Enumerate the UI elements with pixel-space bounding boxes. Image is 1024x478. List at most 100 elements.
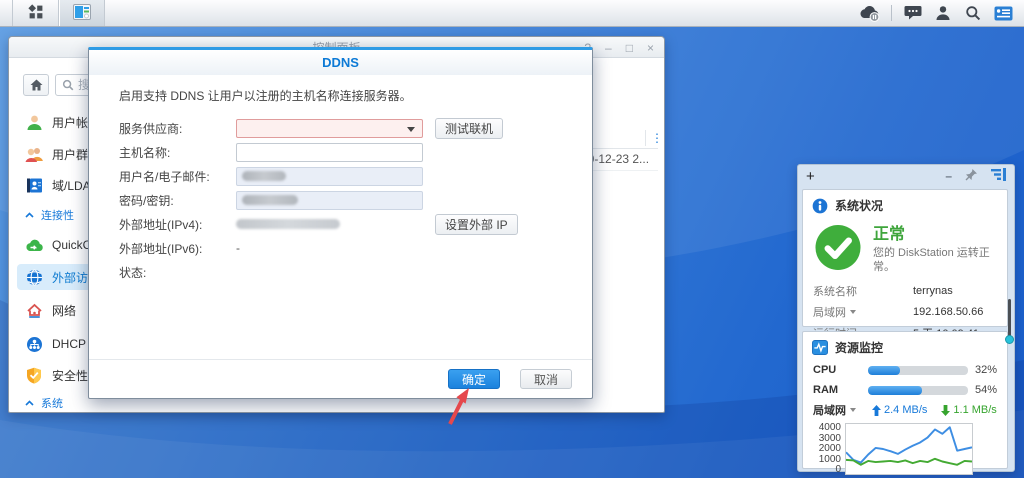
home-icon [30, 79, 43, 91]
health-row-system-name: 系统名称 terrynas [803, 281, 1007, 302]
row-value: terrynas [913, 285, 953, 297]
chevron-down-icon [850, 408, 856, 412]
show-desktop-button[interactable] [0, 0, 13, 26]
ok-button[interactable]: 确定 [448, 369, 500, 389]
hostname-input[interactable] [236, 143, 423, 162]
cpu-percent: 32% [975, 364, 997, 376]
widget-panel-header: + – [798, 165, 1014, 187]
dialog-title: DDNS [322, 55, 359, 70]
status-description: 您的 DiskStation 运转正常。 [873, 247, 998, 275]
tray-divider [891, 5, 892, 21]
lan-row: 局域网 2.4 MB/s 1.1 MB/s [803, 400, 1007, 420]
dialog-footer: 确定 取消 [448, 369, 572, 389]
taskbar [0, 0, 1024, 27]
username-input[interactable] [236, 167, 423, 186]
shield-icon [25, 366, 43, 384]
chevron-down-icon[interactable] [850, 310, 856, 314]
pin-icon[interactable] [965, 168, 978, 184]
dialog-header[interactable]: DDNS [89, 50, 592, 75]
main-menu-button[interactable] [13, 0, 59, 26]
provider-row: 服务供应商: 测试联机 [119, 118, 592, 138]
redacted-username [242, 171, 286, 181]
minimize-panel-button[interactable]: – [945, 169, 952, 183]
ram-percent: 54% [975, 384, 997, 396]
cancel-button[interactable]: 取消 [520, 369, 572, 389]
ram-bar-fill [868, 386, 922, 395]
globe-icon [25, 268, 43, 286]
sidebar-item-label: 安全性 [52, 367, 88, 384]
search-icon [62, 79, 74, 91]
user-account-icon [25, 113, 43, 131]
ipv6-label: 外部地址(IPv6): [119, 240, 236, 257]
upload-value: 2.4 MB/s [884, 404, 927, 416]
upload-arrow-icon [872, 405, 881, 416]
resource-monitor-icon [812, 340, 828, 355]
row-label: 系统名称 [813, 283, 857, 299]
system-health-widget: 系统状况 正常 您的 DiskStation 运转正常。 系统名称 terryn… [802, 189, 1008, 327]
search-icon[interactable] [960, 2, 986, 24]
cloud-sync-paused-icon[interactable] [857, 2, 883, 24]
ipv6-row: 外部地址(IPv6): - [119, 238, 592, 258]
download-value: 1.1 MB/s [953, 404, 996, 416]
row-value: 192.168.50.66 [913, 306, 983, 318]
chart-yticks: 40003000200010000 [813, 423, 845, 475]
network-chart-block: 40003000200010000 [803, 420, 1007, 475]
widget-panel-scrollbar[interactable] [1006, 299, 1013, 351]
cpu-bar-fill [868, 366, 900, 375]
panel-layout-icon[interactable] [991, 168, 1006, 184]
system-health-title-row[interactable]: 系统状况 [803, 190, 1007, 218]
widgets-icon[interactable] [990, 2, 1016, 24]
status-text-block: 正常 您的 DiskStation 运转正常。 [873, 220, 998, 275]
system-health-title: 系统状况 [835, 197, 883, 214]
column-menu-icon[interactable]: ⋮ [651, 131, 663, 145]
health-row-lan: 局域网 192.168.50.66 [803, 302, 1007, 323]
set-external-ip-button[interactable]: 设置外部 IP [435, 214, 518, 235]
password-input[interactable] [236, 191, 423, 210]
lan-label[interactable]: 局域网 [813, 402, 868, 418]
home-button[interactable] [23, 74, 49, 96]
notifications-icon[interactable] [900, 2, 926, 24]
hostname-row: 主机名称: [119, 142, 592, 162]
ipv4-value [236, 219, 423, 229]
hostname-label: 主机名称: [119, 144, 236, 161]
provider-select[interactable] [236, 119, 423, 138]
upload-speed: 2.4 MB/s [872, 404, 927, 416]
taskbar-tray [857, 0, 1024, 26]
provider-label: 服务供应商: [119, 120, 236, 137]
health-status: 正常 您的 DiskStation 运转正常。 [803, 218, 1007, 281]
sidebar-section-connectivity[interactable]: 连接性 [25, 207, 74, 223]
dhcp-server-icon [25, 335, 43, 353]
domain-ldap-icon [25, 176, 43, 194]
control-panel-task-button[interactable] [59, 0, 105, 26]
user-options-icon[interactable] [930, 2, 956, 24]
minimize-button[interactable]: – [605, 41, 612, 55]
ddns-dialog: DDNS 启用支持 DDNS 让用户以注册的主机名称连接服务器。 服务供应商: … [88, 47, 593, 399]
test-connection-button[interactable]: 测试联机 [435, 118, 503, 139]
column-separator [645, 130, 646, 146]
password-row: 密码/密钥: [119, 190, 592, 210]
ipv6-value: - [236, 241, 240, 255]
sidebar-section-label: 连接性 [41, 207, 74, 223]
redacted-ipv4 [236, 219, 340, 229]
username-label: 用户名/电子邮件: [119, 168, 236, 185]
info-icon [812, 198, 828, 214]
quickconnect-icon [25, 236, 43, 254]
ipv4-row: 外部地址(IPv4): 设置外部 IP [119, 214, 592, 234]
status-ok-icon [815, 224, 861, 271]
user-group-icon [25, 145, 43, 163]
dialog-description: 启用支持 DDNS 让用户以注册的主机名称连接服务器。 [119, 87, 592, 104]
add-widget-button[interactable]: + [806, 168, 815, 185]
cpu-bar [868, 366, 968, 375]
sidebar-section-system[interactable]: 系统 [25, 395, 63, 411]
resource-monitor-title-row[interactable]: 资源监控 [803, 332, 1007, 360]
widget-panel-tools: – [945, 168, 1006, 184]
close-button[interactable]: × [647, 41, 654, 55]
sidebar-item-label: 网络 [52, 302, 76, 319]
scrollbar-knob[interactable] [1005, 335, 1014, 344]
sidebar-section-label: 系统 [41, 395, 63, 411]
lan-label-text: 局域网 [813, 402, 846, 418]
maximize-button[interactable]: □ [626, 41, 633, 55]
redacted-password [242, 195, 298, 205]
download-arrow-icon [941, 405, 950, 416]
chevron-up-icon [25, 400, 34, 406]
